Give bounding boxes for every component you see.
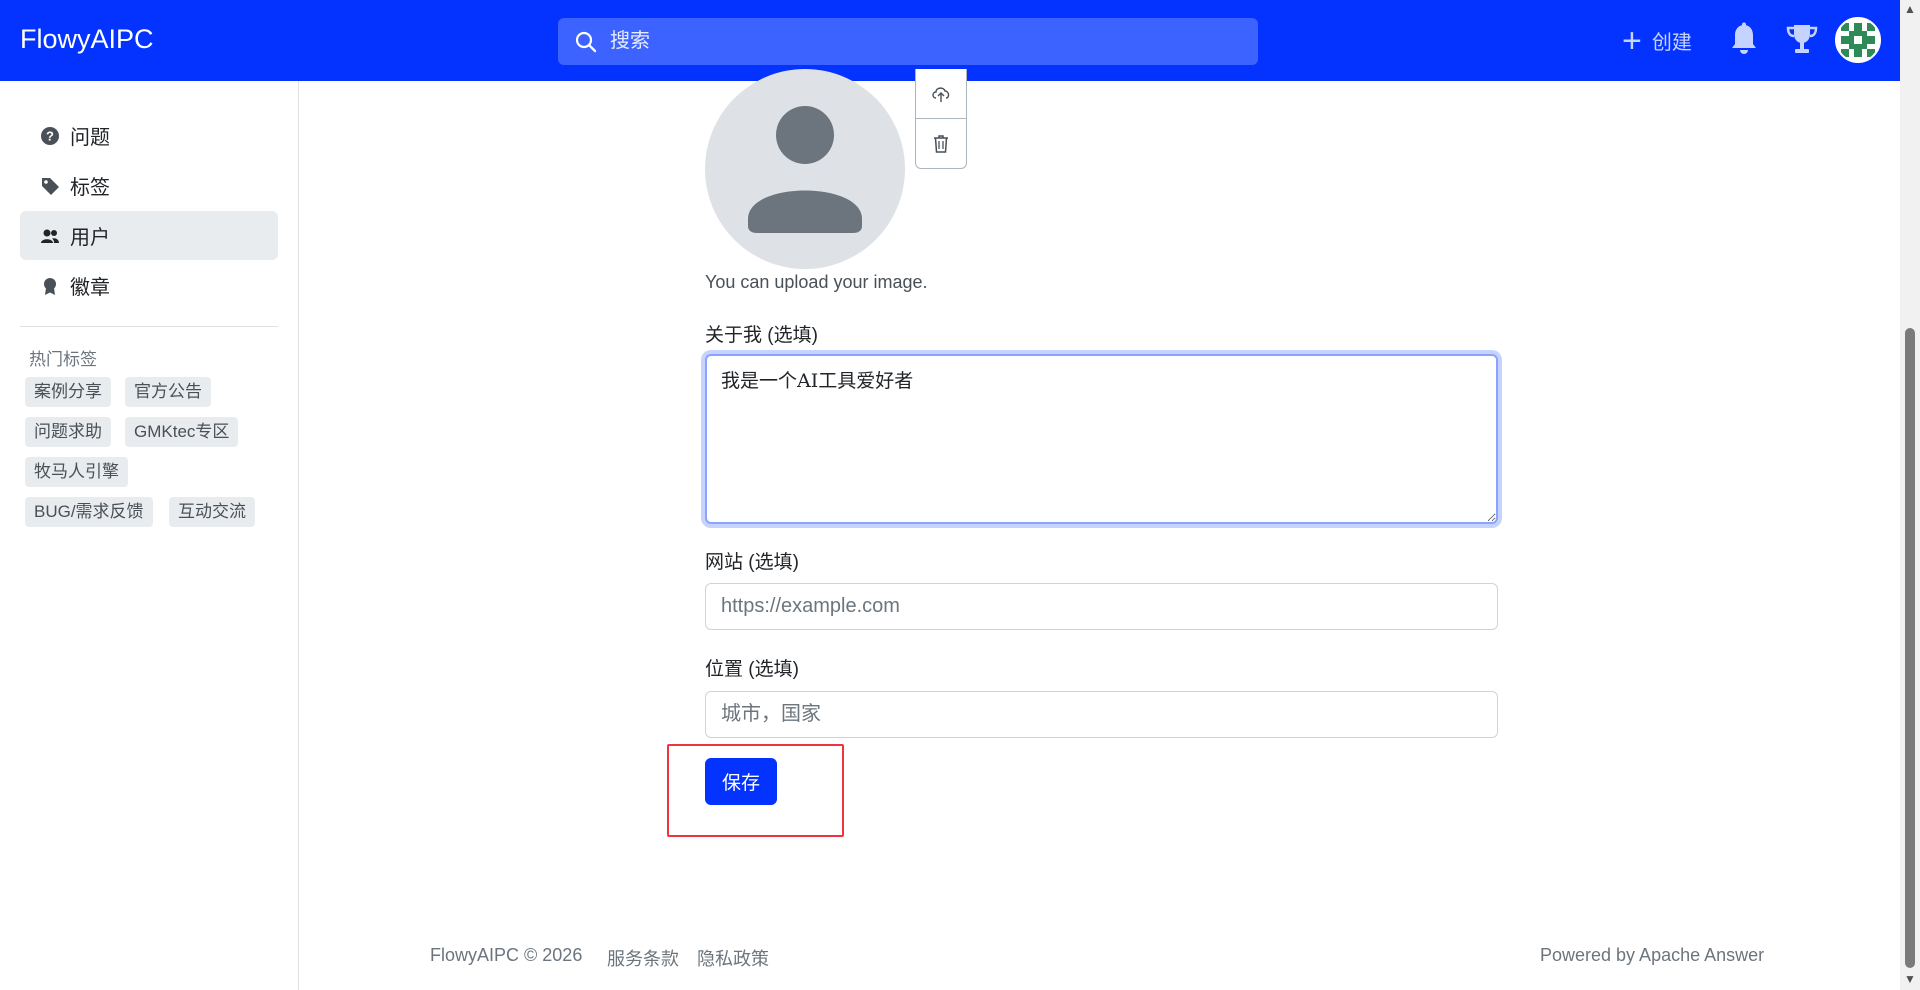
profile-avatar-preview xyxy=(705,69,905,269)
upload-avatar-button[interactable] xyxy=(916,69,966,119)
about-me-label: 关于我 (选填) xyxy=(705,325,818,346)
sidebar-item-users[interactable]: 用户 xyxy=(20,211,278,260)
sidebar-item-label: 标签 xyxy=(70,177,110,199)
hot-tag[interactable]: 牧马人引擎 xyxy=(25,457,128,487)
award-icon xyxy=(44,277,56,295)
sidebar-item-badges[interactable]: 徽章 xyxy=(20,261,278,310)
tags-icon xyxy=(42,177,59,195)
cloud-upload-icon xyxy=(932,86,950,102)
about-me-textarea[interactable] xyxy=(705,354,1498,524)
hot-tag[interactable]: 问题求助 xyxy=(25,417,111,447)
hot-tag[interactable]: GMKtec专区 xyxy=(125,417,239,447)
trash-icon xyxy=(934,135,948,153)
hot-tags-title: 热门标签 xyxy=(29,350,97,369)
sidebar-divider xyxy=(20,326,278,327)
upload-hint-text: You can upload your image. xyxy=(705,272,928,292)
page-footer: FlowyAIPC © 2026 服务条款 隐私政策 Powered by Ap… xyxy=(300,945,1900,975)
sidebar: ? 问题 标签 用户 徽章 热门标签 案例分享 官方公告 问题求助 GMKtec… xyxy=(0,81,299,990)
scroll-down-arrow-icon[interactable]: ▼ xyxy=(1904,972,1916,986)
page-scrollbar[interactable]: ▲ ▼ xyxy=(1900,0,1920,990)
location-input[interactable] xyxy=(705,691,1498,738)
footer-privacy-link[interactable]: 隐私政策 xyxy=(697,945,769,971)
svg-text:?: ? xyxy=(46,128,54,143)
avatar-identicon xyxy=(1837,19,1879,61)
trophy-icon[interactable] xyxy=(1785,22,1819,56)
sidebar-item-label: 用户 xyxy=(70,227,110,249)
brand-logo[interactable]: FlowyAIPC xyxy=(20,24,154,55)
question-circle-icon: ? xyxy=(41,126,59,145)
user-avatar[interactable] xyxy=(1835,17,1881,63)
create-button[interactable]: + 创建 xyxy=(1622,21,1692,60)
sidebar-item-label: 问题 xyxy=(70,127,110,149)
avatar-toolbar xyxy=(915,69,967,169)
footer-terms-link[interactable]: 服务条款 xyxy=(607,945,679,971)
save-button[interactable]: 保存 xyxy=(705,758,777,805)
footer-copyright: FlowyAIPC © 2026 xyxy=(430,945,583,965)
hot-tag[interactable]: 互动交流 xyxy=(169,497,255,527)
search-icon xyxy=(575,31,597,53)
delete-avatar-button[interactable] xyxy=(916,119,966,169)
plus-icon: + xyxy=(1622,21,1642,60)
sidebar-item-questions[interactable]: ? 问题 xyxy=(20,111,278,160)
create-label: 创建 xyxy=(1651,32,1692,54)
hot-tag[interactable]: 官方公告 xyxy=(125,377,211,407)
scrollbar-thumb[interactable] xyxy=(1905,328,1915,968)
search-input[interactable] xyxy=(610,18,1240,65)
scroll-up-arrow-icon[interactable]: ▲ xyxy=(1904,2,1916,16)
hot-tag[interactable]: BUG/需求反馈 xyxy=(25,497,153,527)
sidebar-item-tags[interactable]: 标签 xyxy=(20,161,278,210)
footer-powered-by[interactable]: Powered by Apache Answer xyxy=(1540,945,1764,966)
search-bar[interactable] xyxy=(558,18,1258,65)
people-icon xyxy=(41,229,59,243)
location-label: 位置 (选填) xyxy=(705,659,799,680)
profile-settings-form: You can upload your image. 关于我 (选填) 网站 (… xyxy=(300,69,1900,990)
website-input[interactable] xyxy=(705,583,1498,630)
website-label: 网站 (选填) xyxy=(705,552,799,573)
bell-icon[interactable] xyxy=(1730,22,1758,56)
default-avatar-icon xyxy=(748,106,862,233)
sidebar-item-label: 徽章 xyxy=(70,277,110,299)
hot-tag[interactable]: 案例分享 xyxy=(25,377,111,407)
